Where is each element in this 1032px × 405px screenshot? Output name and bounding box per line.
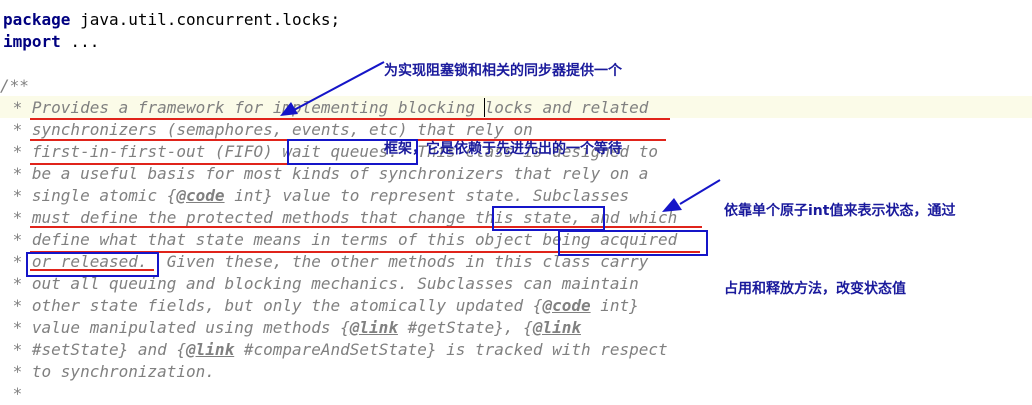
note-line: 为实现阻塞锁和相关的同步器提供一个	[384, 63, 622, 79]
note-line: 占用和释放方法，改变状态值	[724, 281, 906, 297]
annotation-note-framework: 为实现阻塞锁和相关的同步器提供一个 框架，它是依赖于先进先出的一个等待	[384, 6, 622, 188]
arrow-head-2	[662, 198, 682, 212]
arrow-line-1	[293, 61, 385, 111]
note-line: 依靠单个原子int值来表示状态，通过	[724, 203, 956, 219]
annotation-note-state: 依靠单个原子int值来表示状态，通过 占用和释放方法，改变状态值	[724, 146, 955, 328]
arrow-line-2	[679, 179, 721, 205]
note-line: 框架，它是依赖于先进先出的一个等待	[384, 141, 622, 157]
